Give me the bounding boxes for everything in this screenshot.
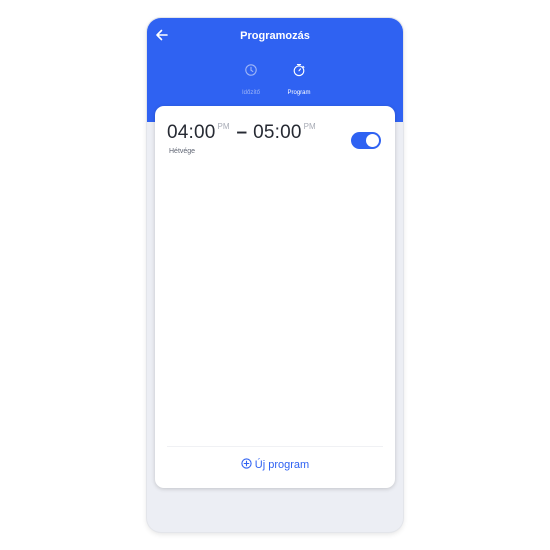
program-card: 04:00 PM –05:00 PM Hétvége Új program [155,106,395,488]
time-separator: – [236,122,248,143]
tab-program[interactable]: Program [274,63,324,97]
phone-screen: Programozás Időzítő Program 04:00 PM –05:0… [147,18,403,532]
time-range: 04:00 PM –05:00 PM [167,122,316,144]
stopwatch-icon [293,64,305,77]
tab-idozito[interactable]: Időzítő [226,63,276,97]
clock-icon [245,64,257,76]
days-label: Hétvége [169,148,196,155]
plus-circle-icon [241,458,252,469]
tab-idozito-label: Időzítő [241,90,260,96]
program-enabled-toggle[interactable] [351,132,381,149]
start-time: 04:00 [167,122,216,143]
divider [167,446,383,447]
toggle-knob [366,134,379,147]
tab-program-label: Program [287,90,311,96]
program-item[interactable]: 04:00 PM –05:00 PM Hétvége [155,106,395,166]
page-title: Programozás [240,30,310,42]
start-period: PM [217,122,230,131]
add-program-button[interactable]: Új program [155,458,395,478]
end-time: 05:00 [253,122,302,143]
add-program-label: Új program [254,459,310,471]
end-period: PM [303,122,316,131]
